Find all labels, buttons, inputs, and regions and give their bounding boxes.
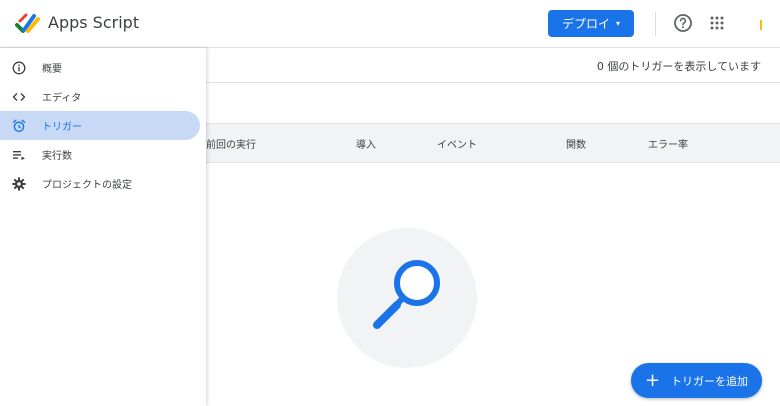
apps-script-logo[interactable] <box>14 11 42 35</box>
executions-icon <box>12 148 26 162</box>
info-icon <box>12 61 26 75</box>
trigger-count-text: 0 個のトリガーを表示しています <box>596 60 761 73</box>
alarm-clock-icon <box>12 119 26 133</box>
sidebar-item-label: 実行数 <box>42 151 72 162</box>
sidebar-item-label: トリガー <box>42 122 82 133</box>
column-event[interactable]: イベント <box>437 136 477 151</box>
deploy-button[interactable]: デプロイ ▾ <box>548 10 634 37</box>
account-avatar-edge[interactable] <box>760 20 762 30</box>
code-icon <box>12 90 26 104</box>
empty-state-illustration <box>337 228 477 368</box>
sidebar-item-executions[interactable]: 実行数 <box>0 140 200 169</box>
add-trigger-label: トリガーを追加 <box>671 374 748 388</box>
help-circle-icon[interactable] <box>672 12 694 34</box>
app-header: Apps Script デプロイ ▾ <box>0 0 780 48</box>
sidebar-item-triggers[interactable]: トリガー <box>0 111 200 140</box>
magnifier-icon <box>373 260 440 329</box>
sidebar-item-overview[interactable]: 概要 <box>0 53 200 82</box>
column-function[interactable]: 関数 <box>566 136 586 151</box>
sidebar-item-label: 概要 <box>42 64 62 75</box>
column-error-rate[interactable]: エラー率 <box>648 136 688 151</box>
header-divider <box>655 12 656 36</box>
plus-icon: + <box>645 369 661 391</box>
sidebar-item-project-settings[interactable]: プロジェクトの設定 <box>0 169 200 198</box>
deploy-button-label: デプロイ <box>561 17 610 31</box>
sidebar-item-label: プロジェクトの設定 <box>42 180 132 191</box>
column-last-run[interactable]: 前回の実行 <box>206 136 256 151</box>
chevron-down-icon: ▾ <box>616 19 621 28</box>
add-trigger-button[interactable]: + トリガーを追加 <box>631 363 762 398</box>
gear-icon <box>12 176 26 191</box>
apps-grid-icon[interactable] <box>709 15 725 31</box>
column-deployment[interactable]: 導入 <box>356 136 376 151</box>
app-title: Apps Script <box>48 13 140 32</box>
sidebar-item-editor[interactable]: エディタ <box>0 82 200 111</box>
sidebar-item-label: エディタ <box>42 93 82 104</box>
sidebar: 概要 エディタ トリガー 実行数 プロジェクトの設定 <box>0 48 206 406</box>
